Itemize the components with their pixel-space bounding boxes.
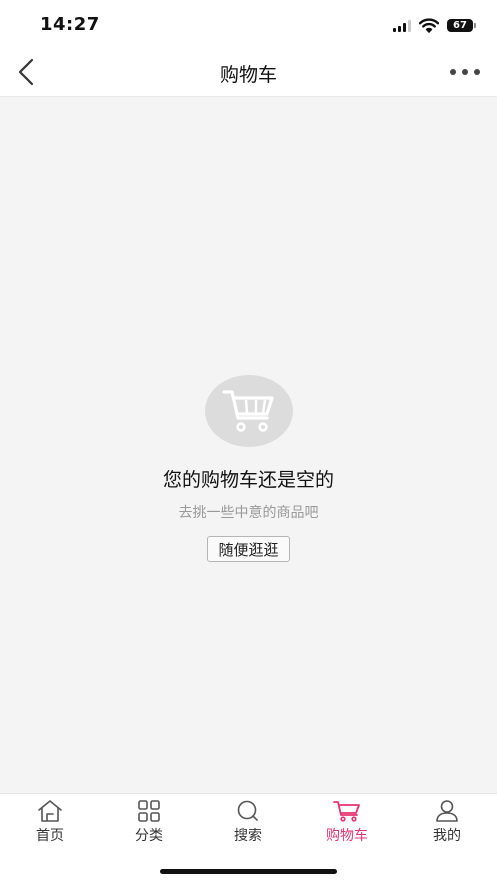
tab-search[interactable]: 搜索	[198, 798, 298, 845]
more-button[interactable]	[445, 56, 485, 88]
tab-category[interactable]: 分类	[99, 798, 199, 845]
empty-cart-title: 您的购物车还是空的	[162, 469, 334, 491]
home-indicator	[160, 869, 337, 874]
tab-search-label: 搜索	[234, 828, 262, 844]
tab-category-label: 分类	[135, 828, 163, 844]
nav-bar: 购物车	[0, 48, 497, 97]
more-dots-icon	[450, 69, 456, 75]
signal-icon	[393, 18, 411, 32]
status-icons: 67	[393, 16, 476, 34]
status-time: 14:27	[40, 14, 100, 35]
home-icon	[38, 800, 62, 822]
wifi-icon	[419, 17, 439, 33]
empty-cart-state: 您的购物车还是空的 去挑一些中意的商品吧 随便逛逛	[0, 375, 497, 562]
shopping-cart-icon	[221, 390, 274, 432]
tab-home[interactable]: 首页	[0, 798, 100, 845]
status-bar: 14:27 67	[0, 0, 497, 48]
tab-home-label: 首页	[36, 828, 64, 844]
search-icon	[237, 800, 258, 821]
empty-cart-subtitle: 去挑一些中意的商品吧	[178, 505, 319, 521]
battery-icon: 67	[447, 18, 476, 32]
page-title: 购物车	[219, 64, 277, 86]
tab-profile-label: 我的	[433, 828, 461, 844]
grid-icon	[138, 800, 160, 822]
user-icon	[436, 800, 458, 822]
browse-button[interactable]: 随便逛逛	[207, 536, 290, 562]
empty-cart-illustration	[204, 375, 293, 447]
tab-cart[interactable]: 购物车	[297, 798, 397, 845]
cart-icon	[333, 801, 360, 822]
tab-cart-label: 购物车	[326, 828, 368, 844]
tab-profile[interactable]: 我的	[397, 798, 497, 845]
